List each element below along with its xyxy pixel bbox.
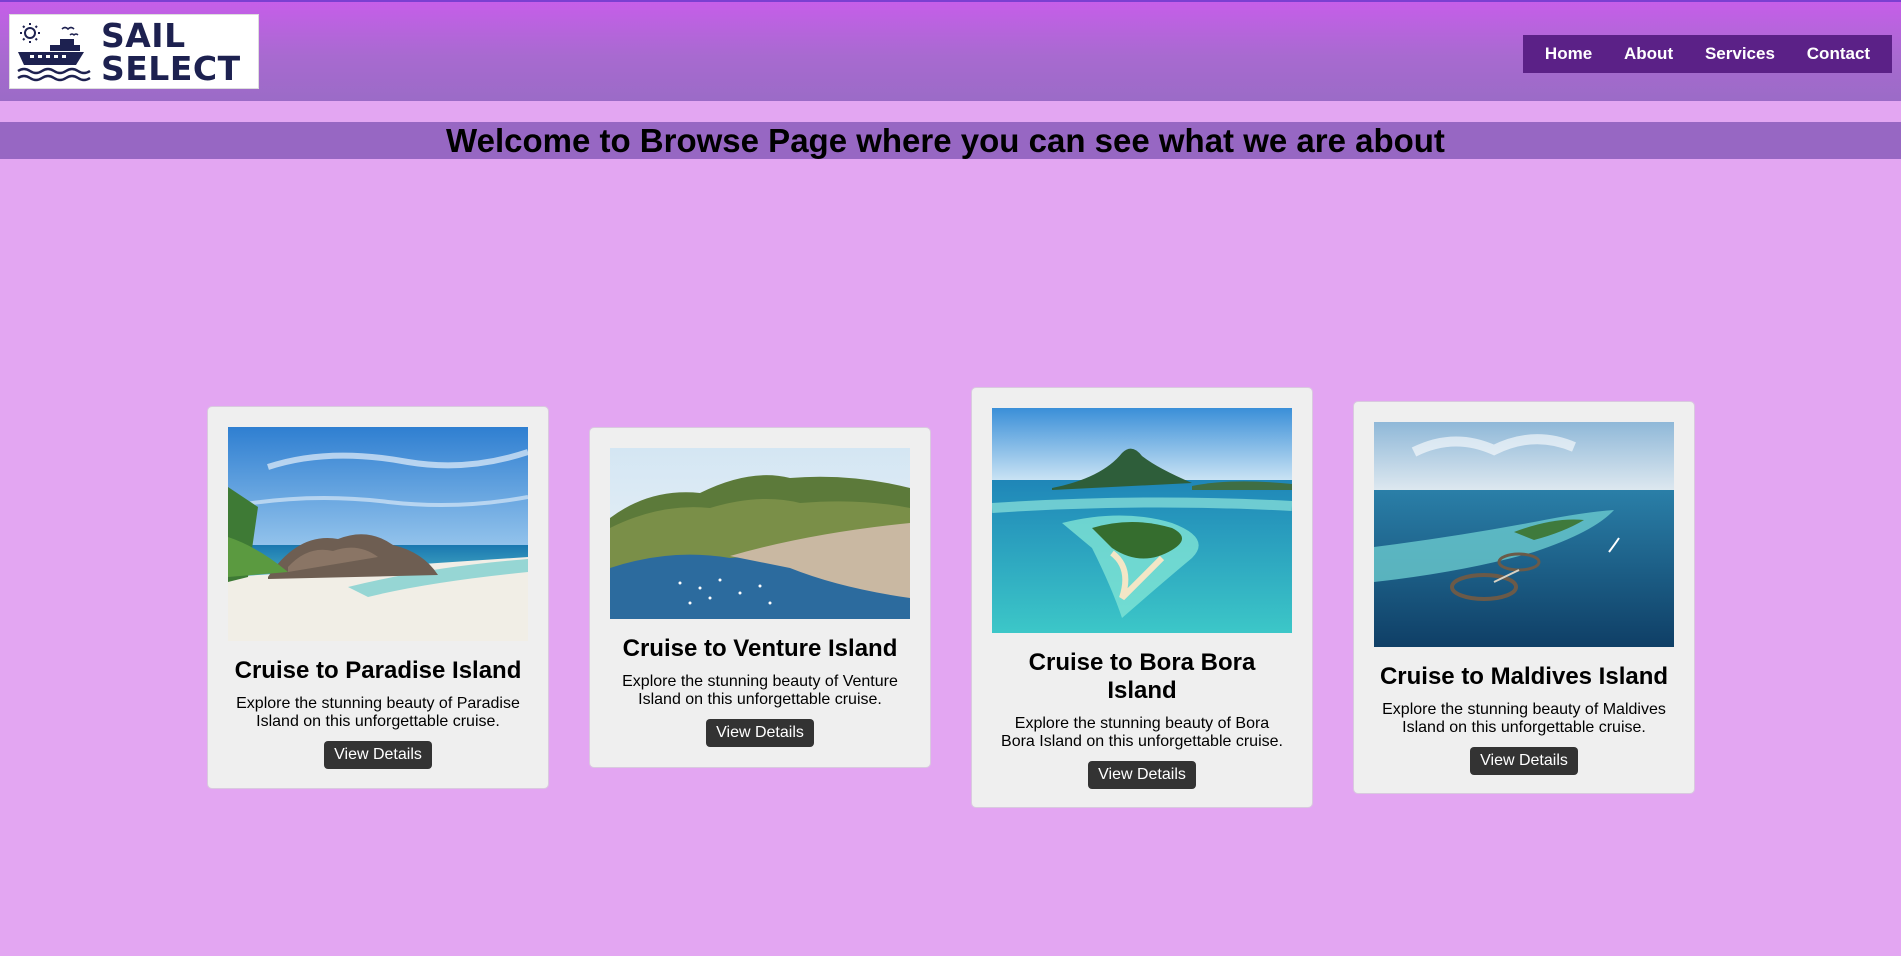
paradise-beach-image [228,427,528,641]
page-title: Welcome to Browse Page where you can see… [446,122,1445,159]
maldives-resort-image [1374,422,1674,647]
welcome-banner: Welcome to Browse Page where you can see… [0,122,1901,159]
cruise-card-maldives: Cruise to Maldives Island Explore the st… [1353,401,1695,794]
card-title: Cruise to Maldives Island [1379,663,1669,690]
card-title: Cruise to Venture Island [622,635,898,662]
view-details-button[interactable]: View Details [1088,761,1196,789]
view-details-button[interactable]: View Details [706,719,814,747]
bora-bora-lagoon-image [992,408,1292,633]
main-navigation: Home About Services Contact [1523,35,1892,73]
cruise-card-bora-bora: Cruise to Bora Bora Island Explore the s… [971,387,1313,808]
card-title: Cruise to Bora Bora Island [1028,649,1256,704]
nav-home-link[interactable]: Home [1545,44,1592,64]
card-description: Explore the stunning beauty of Maldives … [1382,701,1666,736]
card-description: Explore the stunning beauty of Venture I… [622,673,898,708]
brand-name: SAIL SELECT [101,19,241,85]
venture-harbor-image [610,448,910,619]
sail-select-logo[interactable]: SAIL SELECT [9,14,259,89]
cruise-ship-icon [17,23,91,82]
view-details-button[interactable]: View Details [324,741,432,769]
site-header: SAIL SELECT Home About Services Contact [0,0,1901,101]
view-details-button[interactable]: View Details [1470,747,1578,775]
nav-services-link[interactable]: Services [1705,44,1775,64]
nav-contact-link[interactable]: Contact [1807,44,1870,64]
nav-about-link[interactable]: About [1624,44,1673,64]
brand-line-1: SAIL [101,16,186,55]
brand-line-2: SELECT [101,49,241,88]
cruise-card-paradise: Cruise to Paradise Island Explore the st… [207,406,549,789]
card-description: Explore the stunning beauty of Bora Bora… [1001,715,1283,750]
card-title: Cruise to Paradise Island [234,657,522,684]
cruise-card-venture: Cruise to Venture Island Explore the stu… [589,427,931,768]
card-description: Explore the stunning beauty of Paradise … [236,695,520,730]
